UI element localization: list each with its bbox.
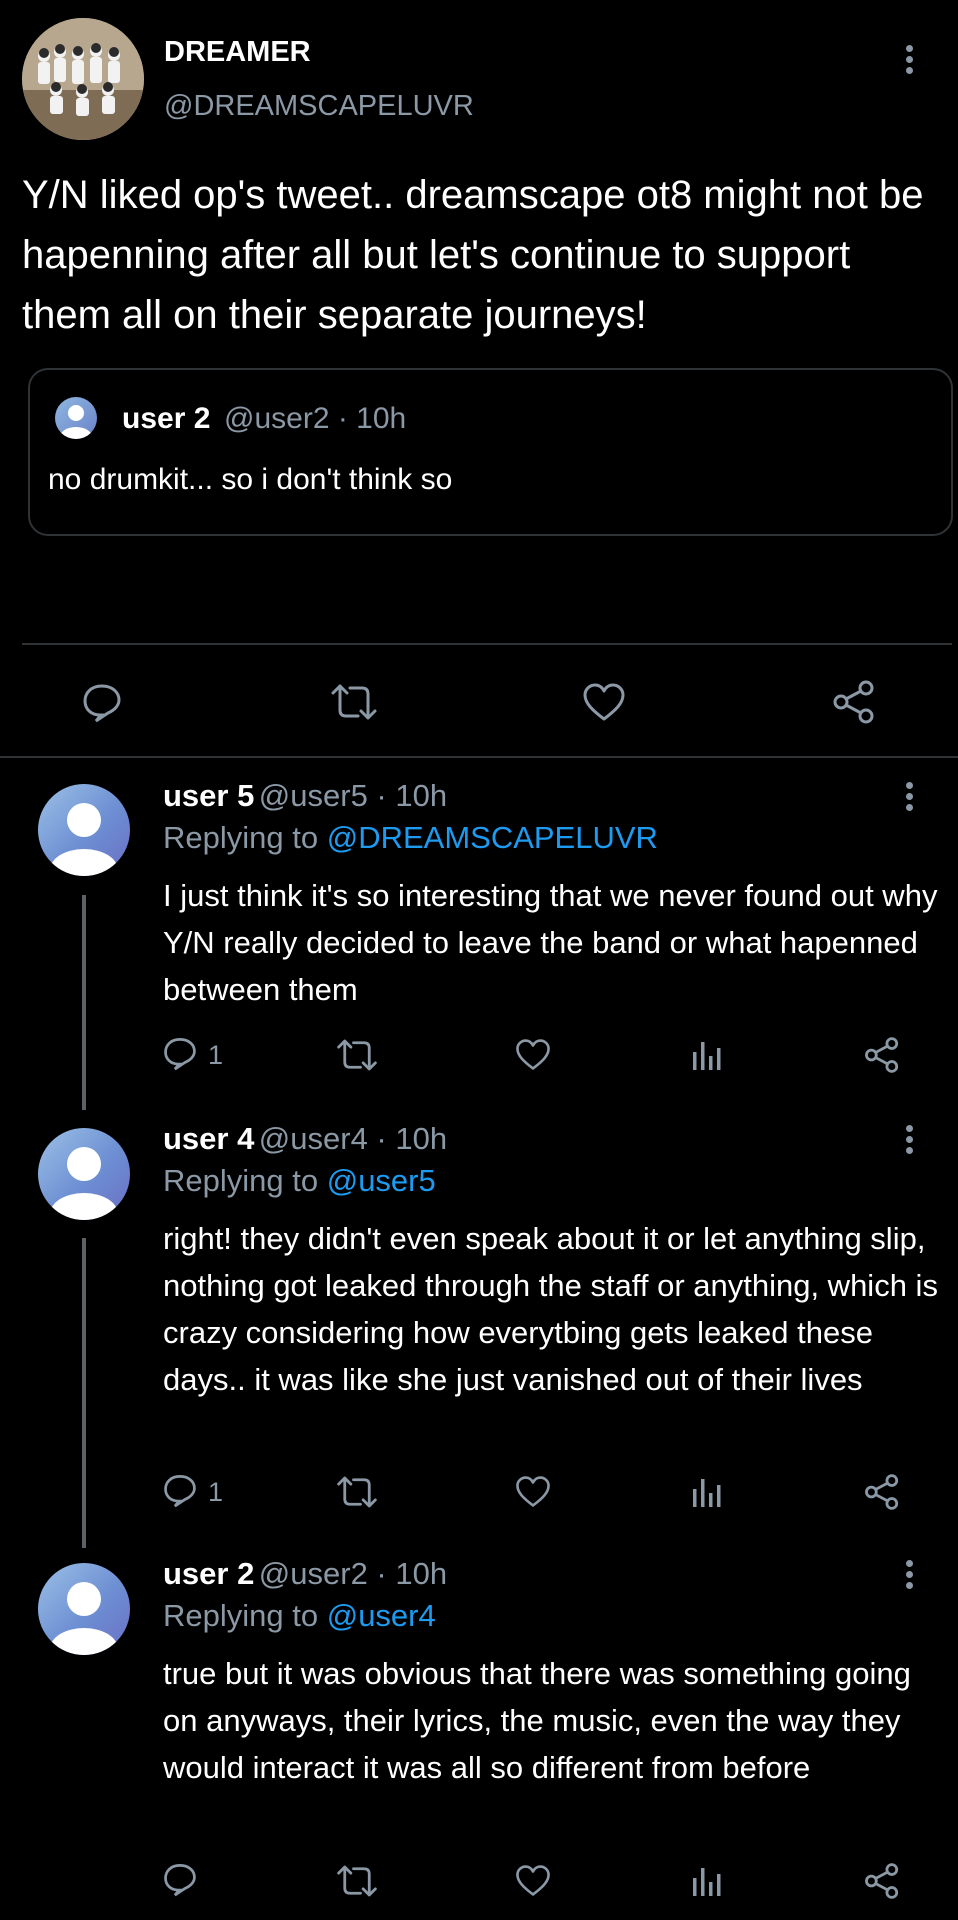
main-display-name[interactable]: DREAMER	[164, 36, 311, 69]
share-icon[interactable]	[832, 680, 876, 724]
reply-display-name[interactable]: user 5	[163, 778, 254, 813]
like-icon[interactable]	[515, 1038, 551, 1071]
retweet-icon[interactable]	[336, 1865, 378, 1897]
reply-avatar[interactable]	[38, 1563, 130, 1655]
share-icon[interactable]	[864, 1474, 900, 1510]
retweet-icon[interactable]	[336, 1476, 378, 1508]
retweet-icon[interactable]	[336, 1039, 378, 1071]
more-options-icon[interactable]	[904, 782, 914, 815]
reply-header: user 5 @user5 · 10h	[163, 778, 447, 814]
reply-meta: @user4 · 10h	[258, 1121, 448, 1156]
more-options-icon[interactable]	[904, 1560, 914, 1593]
replying-mention[interactable]: @DREAMSCAPELUVR	[327, 820, 658, 855]
reply-avatar[interactable]	[38, 1128, 130, 1220]
reply-avatar[interactable]	[38, 784, 130, 876]
quoted-avatar	[55, 397, 97, 439]
more-options-icon[interactable]	[904, 1125, 914, 1158]
quoted-meta: @user2 · 10h	[224, 402, 407, 435]
quoted-text: no drumkit... so i don't think so	[48, 463, 453, 496]
divider	[22, 643, 952, 645]
share-icon[interactable]	[864, 1863, 900, 1899]
reply-text: true but it was obvious that there was s…	[163, 1656, 911, 1785]
replying-prefix: Replying to	[163, 1163, 319, 1198]
reply-header: user 2 @user2 · 10h	[163, 1556, 447, 1592]
analytics-icon[interactable]	[693, 1475, 723, 1509]
share-icon[interactable]	[864, 1037, 900, 1073]
like-icon[interactable]	[582, 682, 626, 722]
thread-line	[82, 1238, 86, 1548]
replying-prefix: Replying to	[163, 820, 319, 855]
reply-button[interactable]	[163, 1036, 197, 1071]
main-handle[interactable]: @DREAMSCAPELUVR	[164, 90, 474, 123]
comment-icon[interactable]	[82, 682, 122, 723]
replying-prefix: Replying to	[163, 1598, 319, 1633]
thread-line	[82, 895, 86, 1110]
reply-display-name[interactable]: user 4	[163, 1121, 254, 1156]
reply-display-name[interactable]: user 2	[163, 1556, 254, 1591]
reply-button[interactable]	[163, 1473, 197, 1508]
reply-header: user 4 @user4 · 10h	[163, 1121, 447, 1157]
reply-count: 1	[208, 1477, 224, 1507]
quoted-tweet-card[interactable]	[28, 368, 953, 536]
more-options-icon[interactable]	[904, 45, 914, 78]
replying-to: Replying to @user4	[163, 1598, 436, 1634]
replying-mention[interactable]: @user4	[327, 1598, 436, 1633]
reply-meta: @user5 · 10h	[258, 778, 448, 813]
replying-mention[interactable]: @user5	[327, 1163, 436, 1198]
reply-meta: @user2 · 10h	[258, 1556, 448, 1591]
reply-count: 1	[208, 1040, 224, 1070]
replying-to: Replying to @DREAMSCAPELUVR	[163, 820, 658, 856]
quoted-display-name: user 2	[122, 402, 211, 435]
reply-text: right! they didn't even speak about it o…	[163, 1221, 938, 1397]
retweet-icon[interactable]	[330, 684, 378, 720]
main-avatar[interactable]	[22, 18, 144, 140]
divider	[0, 756, 958, 758]
analytics-icon[interactable]	[693, 1864, 723, 1898]
reply-text: I just think it's so interesting that we…	[163, 878, 938, 1007]
replying-to: Replying to @user5	[163, 1163, 436, 1199]
like-icon[interactable]	[515, 1475, 551, 1508]
main-tweet-text: Y/N liked op's tweet.. dreamscape ot8 mi…	[22, 173, 924, 337]
analytics-icon[interactable]	[693, 1038, 723, 1072]
reply-button[interactable]	[163, 1862, 197, 1897]
like-icon[interactable]	[515, 1864, 551, 1897]
